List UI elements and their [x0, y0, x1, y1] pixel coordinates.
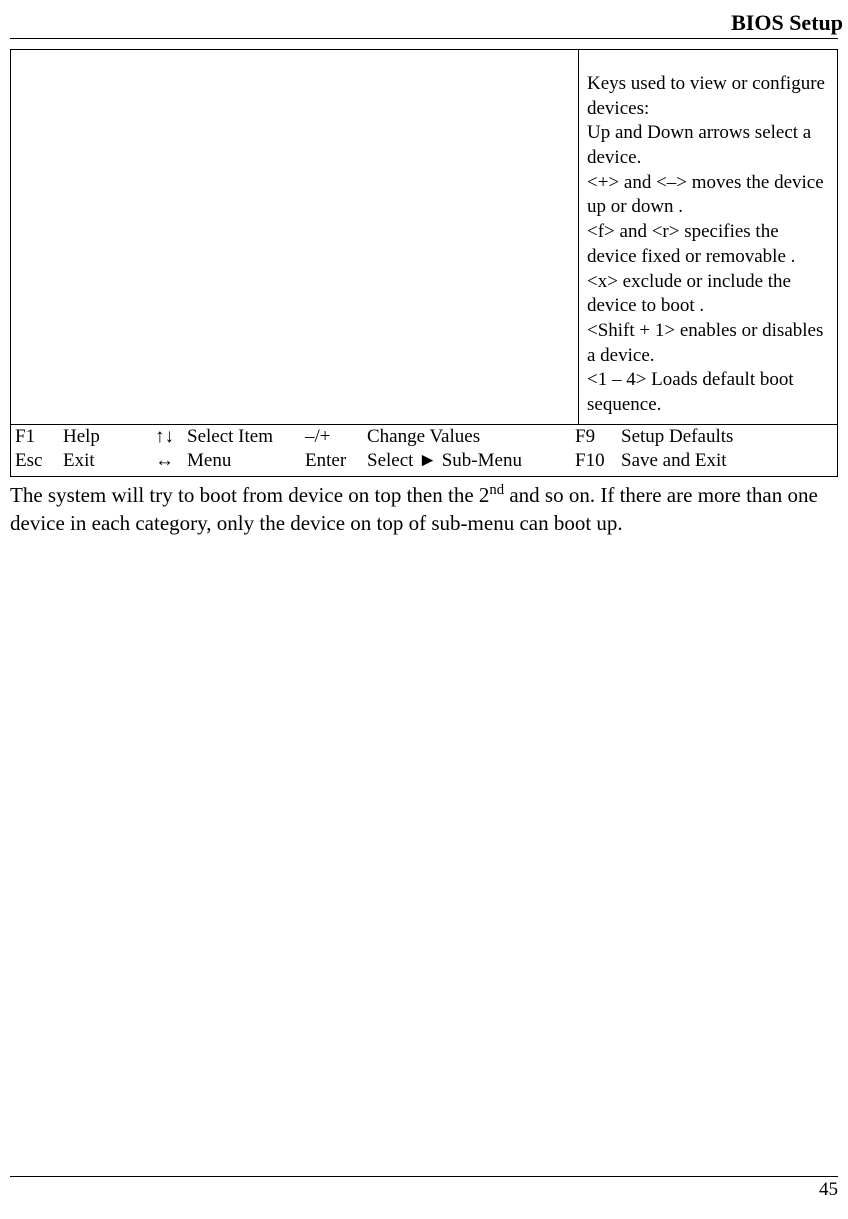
help-line-fr: <f> and <r> specifies the device fixed o… — [587, 220, 829, 269]
key-leftright: ↔ — [155, 449, 187, 474]
action-save-exit: Save and Exit — [621, 449, 833, 474]
page-footer: 45 — [10, 1176, 838, 1201]
page-number: 45 — [10, 1179, 838, 1201]
action-exit: Exit — [63, 449, 155, 474]
page-header-title: BIOS Setup — [10, 10, 843, 36]
action-select-submenu: Select ► Sub-Menu — [367, 449, 575, 474]
body-para-sup: nd — [489, 482, 504, 498]
action-help: Help — [63, 425, 155, 450]
key-updown: ↑↓ — [155, 425, 187, 450]
help-line-plusminus: <+> and <–> moves the device up or down … — [587, 171, 829, 220]
help-line-shift1: <Shift + 1> enables or disables a device… — [587, 319, 829, 368]
bios-box: Keys used to view or configure devices: … — [10, 49, 838, 477]
action-setup-defaults: Setup Defaults — [621, 425, 833, 450]
key-f10: F10 — [575, 449, 621, 474]
bios-main-area — [11, 50, 579, 424]
key-f9: F9 — [575, 425, 621, 450]
action-select-item: Select Item — [187, 425, 305, 450]
action-change-values: Change Values — [367, 425, 575, 450]
key-esc: Esc — [15, 449, 63, 474]
bios-top-row: Keys used to view or configure devices: … — [11, 50, 837, 424]
key-plusminus: –/+ — [305, 425, 367, 450]
body-paragraph: The system will try to boot from device … — [10, 481, 838, 538]
action-menu: Menu — [187, 449, 305, 474]
bios-help-panel: Keys used to view or configure devices: … — [579, 50, 837, 424]
help-line-14: <1 – 4> Loads default boot sequence. — [587, 368, 829, 417]
help-intro: Keys used to view or configure devices: — [587, 72, 829, 121]
footer-rule — [10, 1176, 838, 1177]
body-para-pre: The system will try to boot from device … — [10, 483, 489, 507]
help-line-arrows: Up and Down arrows select a device. — [587, 121, 829, 170]
key-enter: Enter — [305, 449, 367, 474]
header-rule — [10, 38, 838, 39]
bios-key-footer: F1 Help ↑↓ Select Item –/+ Change Values… — [11, 425, 837, 476]
help-line-x: <x> exclude or include the device to boo… — [587, 270, 829, 319]
key-f1: F1 — [15, 425, 63, 450]
